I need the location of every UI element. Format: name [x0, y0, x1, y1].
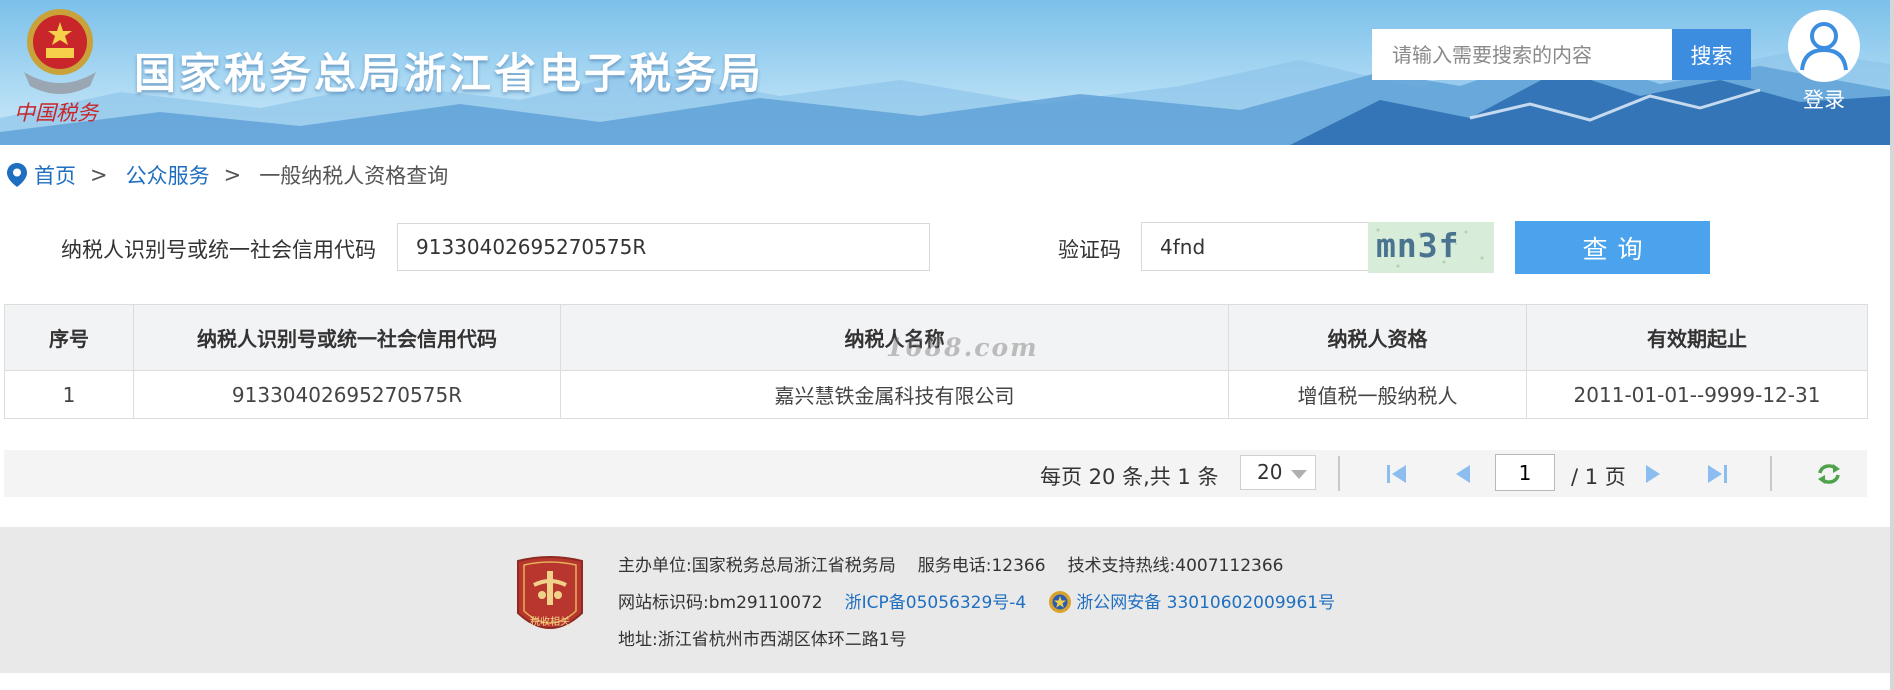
table-header-row: 序号 纳税人识别号或统一社会信用代码 纳税人名称 纳税人资格 有效期起止: [4, 304, 1868, 371]
breadcrumb-home-link[interactable]: 首页: [34, 160, 76, 190]
current-page-input[interactable]: [1495, 454, 1555, 491]
table-row: 1 91330402695270575R 嘉兴慧铁金属科技有限公司 增值税一般纳…: [4, 370, 1868, 419]
footer-site-id-value: bm29110072: [708, 593, 823, 613]
tax-emblem-logo: 中国税务: [14, 9, 100, 125]
footer-line-host: 主办单位:国家税务总局浙江省税务局 服务电话:12366 技术支持热线:400711…: [618, 551, 1283, 576]
prev-page-icon[interactable]: [1450, 462, 1476, 486]
footer-phone-value: 12366: [991, 556, 1046, 576]
pagination-bar: 每页 20 条,共 1 条 20 / 1 页: [4, 450, 1867, 497]
refresh-icon[interactable]: [1816, 462, 1842, 486]
tax-id-label: 纳税人识别号或统一社会信用代码: [61, 238, 376, 262]
police-record-link[interactable]: 浙公网安备 33010602009961号: [1076, 593, 1335, 613]
cell-tax-id: 91330402695270575R: [133, 370, 561, 419]
result-table: 序号 纳税人识别号或统一社会信用代码 纳税人名称 纳税人资格 有效期起止 1 9…: [4, 304, 1868, 419]
site-footer: 税收相关 主办单位:国家税务总局浙江省税务局 服务电话:12366 技术支持热线:4…: [0, 527, 1890, 673]
column-header-index: 序号: [4, 304, 134, 371]
svg-text:税收相关: 税收相关: [530, 615, 570, 628]
pagination-summary: 每页 20 条,共 1 条: [1040, 465, 1219, 489]
footer-support-label: 技术支持热线:: [1067, 556, 1176, 576]
first-page-icon[interactable]: [1384, 462, 1410, 486]
police-badge-icon: [1049, 591, 1072, 613]
icp-record-link[interactable]: 浙ICP备05056329号-4: [845, 593, 1027, 613]
footer-line-address: 地址:浙江省杭州市西湖区体环二路1号: [618, 625, 907, 650]
captcha-text: mn3f: [1376, 226, 1460, 265]
last-page-icon[interactable]: [1704, 462, 1730, 486]
svg-text:中国税务: 中国税务: [14, 101, 100, 125]
captcha-image[interactable]: mn3f: [1368, 222, 1494, 273]
search-input[interactable]: [1372, 29, 1672, 80]
breadcrumb-public-service-link[interactable]: 公众服务: [126, 160, 210, 190]
tax-related-badge-logo: 税收相关: [517, 556, 583, 629]
footer-support-value: 4007112366: [1175, 556, 1284, 576]
captcha-label: 验证码: [1058, 238, 1121, 262]
site-header: 中国税务 国家税务总局浙江省电子税务局 搜索 登录: [0, 0, 1890, 145]
footer-address-value: 浙江省杭州市西湖区体环二路1号: [657, 630, 907, 650]
login-label: 登录: [1803, 88, 1845, 112]
site-title: 国家税务总局浙江省电子税务局: [134, 49, 765, 98]
total-pages: / 1 页: [1571, 465, 1626, 489]
footer-line-records: 网站标识码:bm29110072 浙ICP备05056329号-4 浙公网安备 3…: [618, 588, 1335, 615]
next-page-icon[interactable]: [1640, 462, 1666, 486]
breadcrumb-separator: >: [223, 163, 242, 187]
cell-taxpayer-name: 嘉兴慧铁金属科技有限公司: [560, 370, 1229, 419]
breadcrumb: 首页 > 公众服务 > 一般纳税人资格查询: [6, 162, 448, 188]
location-pin-icon: [7, 163, 27, 187]
footer-site-id-label: 网站标识码:: [618, 593, 709, 613]
window-scrollbar-edge: [1890, 0, 1894, 690]
footer-phone-label: 服务电话:: [917, 556, 992, 576]
cell-index: 1: [4, 370, 134, 419]
search-button[interactable]: 搜索: [1672, 29, 1751, 80]
column-header-taxpayer-name: 纳税人名称: [560, 304, 1229, 371]
cell-validity: 2011-01-01--9999-12-31: [1526, 370, 1868, 419]
page-size-value: 20: [1257, 460, 1283, 484]
user-avatar-icon: [1788, 10, 1860, 82]
captcha-input[interactable]: [1141, 222, 1369, 271]
tax-id-input[interactable]: [397, 223, 930, 271]
footer-host-label: 主办单位:: [618, 556, 692, 576]
cell-qualification: 增值税一般纳税人: [1228, 370, 1527, 419]
query-button[interactable]: 查询: [1515, 221, 1710, 274]
footer-address-label: 地址:: [618, 630, 658, 650]
breadcrumb-separator: >: [90, 163, 108, 187]
chevron-down-icon: [1291, 470, 1307, 479]
column-header-tax-id: 纳税人识别号或统一社会信用代码: [133, 304, 561, 371]
breadcrumb-current: 一般纳税人资格查询: [259, 164, 449, 188]
column-header-validity: 有效期起止: [1526, 304, 1868, 371]
login-button[interactable]: 登录: [1784, 10, 1864, 114]
column-header-qualification: 纳税人资格: [1228, 304, 1527, 371]
page-size-select[interactable]: 20: [1240, 455, 1316, 490]
pager-divider: [1770, 456, 1772, 491]
footer-host-value: 国家税务总局浙江省税务局: [691, 556, 896, 576]
pager-divider: [1338, 456, 1340, 491]
